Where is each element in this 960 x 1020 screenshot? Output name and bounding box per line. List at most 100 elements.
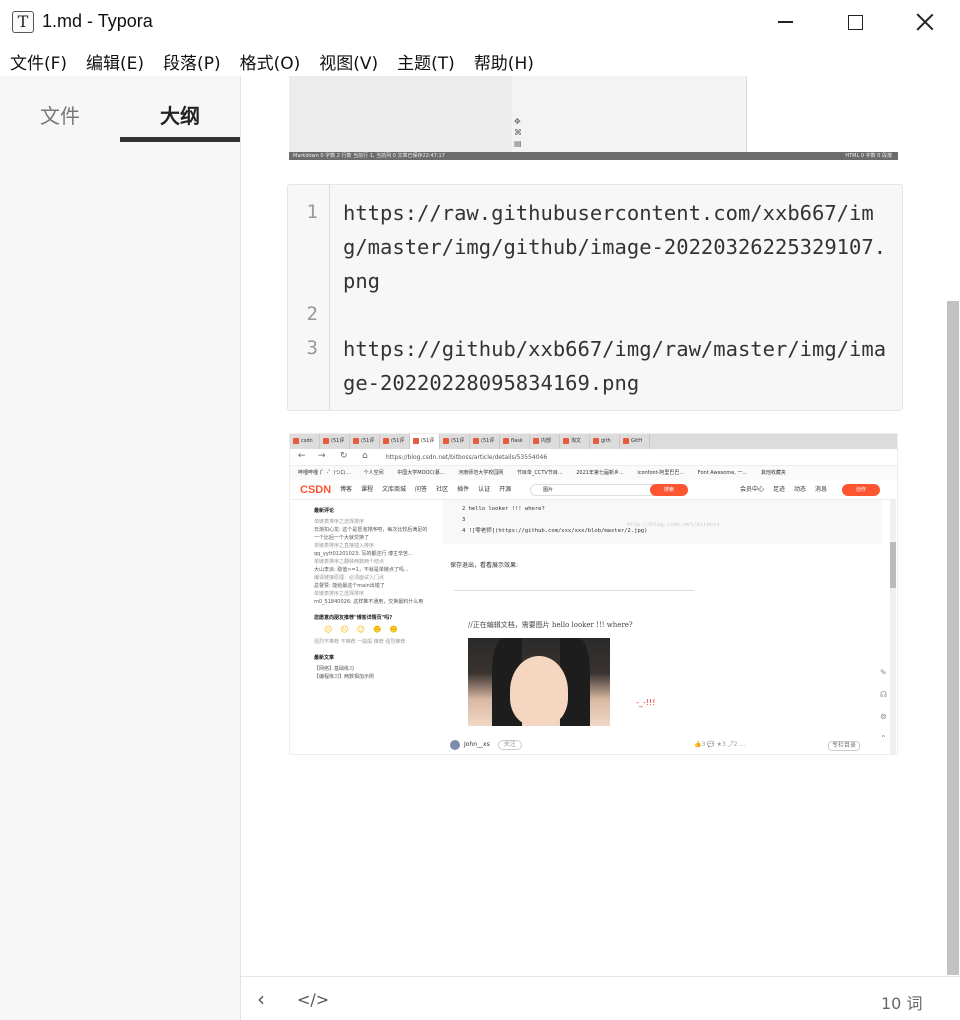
editor-scrollbar-thumb[interactable] bbox=[947, 301, 959, 975]
bookmark: iconfont-阿里巴巴... bbox=[637, 470, 685, 476]
browser-refresh-icon: ↻ bbox=[340, 451, 348, 461]
code-gutter: 1 2 3 bbox=[288, 185, 330, 410]
comment-text: m0_51840026: 这样推不通用，交换最料什么用 bbox=[314, 599, 424, 605]
source-code-mode-icon[interactable]: </> bbox=[297, 990, 329, 1009]
screenshot-status-bar: Markdown 0 字数 2 行数 当前行 1, 当前列 0 文章已保存22:… bbox=[289, 152, 898, 160]
line-number: 3 bbox=[306, 337, 318, 359]
maximize-button[interactable] bbox=[820, 0, 890, 44]
csdn-left-panel: 最新评论 单链表排序之选择排序 日渐扣心龙: 这个是冒泡排序吧，每次比较后满足的… bbox=[308, 500, 438, 754]
browser-tab: (51评 bbox=[470, 434, 500, 449]
code-line[interactable] bbox=[343, 298, 893, 332]
menu-help[interactable]: 帮助(H) bbox=[468, 44, 540, 76]
browser-tab: GitH bbox=[620, 434, 650, 449]
comment-sub: 单链表排序之选择排序 bbox=[314, 519, 365, 525]
article-link: 【网络】基础练习 bbox=[314, 666, 355, 672]
csdn-scrollbar-thumb bbox=[890, 542, 896, 588]
articles-title: 最新文章 bbox=[314, 655, 335, 661]
browser-address-bar: ← → ↻ ⌂ https://blog.csdn.net/bitboss/ar… bbox=[290, 449, 897, 466]
menu-format[interactable]: 格式(O) bbox=[234, 44, 307, 76]
screenshot-right-panel bbox=[747, 76, 898, 152]
browser-bookmarks-bar: 哔哩哔哩 (゜-゜)つロ... 个人空间 中国大学MOOC(慕... 河南师范大… bbox=[290, 466, 897, 480]
browser-forward-icon: → bbox=[318, 451, 326, 461]
csdn-paragraph: 保存退出，看看展示效果: bbox=[450, 562, 519, 569]
line-number: 2 bbox=[306, 303, 318, 325]
comment-sub: 单链表排序之翻转两数两个结点 bbox=[314, 559, 385, 565]
bookmark: 河南师范大学校园网 bbox=[458, 470, 504, 476]
browser-tab: (51评 bbox=[380, 434, 410, 449]
active-tab-indicator bbox=[120, 137, 240, 142]
browser-tab: 内部 bbox=[530, 434, 560, 449]
title-bar: T 1.md - Typora bbox=[0, 0, 960, 44]
menu-view[interactable]: 视图(V) bbox=[313, 44, 384, 76]
screenshot-left-panel bbox=[289, 76, 512, 152]
browser-url: https://blog.csdn.net/bitboss/article/de… bbox=[386, 454, 548, 461]
browser-tab: 淘文 bbox=[560, 434, 590, 449]
comments-title: 最新评论 bbox=[314, 508, 335, 514]
bookmark: 个人空间 bbox=[363, 470, 384, 476]
comment-sub: 单链表排序之选择排序 bbox=[314, 591, 365, 597]
code-block[interactable]: 1 2 3 https://raw.githubusercontent.com/… bbox=[287, 184, 903, 411]
minimize-button[interactable] bbox=[750, 0, 820, 44]
menu-theme[interactable]: 主题(T) bbox=[391, 44, 461, 76]
status-footer: ‹ </> 10 词 bbox=[241, 976, 960, 1020]
comment-text: 总督赞: 能给最这个main出错了 bbox=[314, 583, 385, 589]
portrait-photo bbox=[468, 638, 610, 726]
csdn-red-note: -_-!!! bbox=[636, 698, 656, 707]
csdn-article-body: 2 hello looker !!! where? 3 4 ![零老师](htt… bbox=[442, 500, 882, 754]
menu-file[interactable]: 文件(F) bbox=[4, 44, 73, 76]
sidebar: 文件 大纲 bbox=[0, 76, 241, 1020]
typora-app-icon: T bbox=[12, 11, 34, 33]
close-button[interactable] bbox=[890, 0, 960, 44]
csdn-side-tool-icons: ✎ ☊ ⊚ ⌃ bbox=[880, 668, 888, 743]
browser-tab: (51评 bbox=[410, 434, 440, 449]
bookmark: Font Awesome, 一... bbox=[697, 470, 748, 476]
editor-area[interactable]: ✥ ⌘ ▤ Markdown 0 字数 2 行数 当前行 1, 当前列 0 文章已保… bbox=[241, 76, 960, 976]
browser-tab-bar: csdn (51评 (51评 (51评 (51评 (51评 (51评 flask… bbox=[290, 434, 897, 449]
csdn-code-block: 2 hello looker !!! where? 3 4 ![零老师](htt… bbox=[442, 500, 882, 544]
tab-files[interactable]: 文件 bbox=[0, 100, 120, 129]
bookmark: 中国大学MOOC(慕... bbox=[397, 470, 445, 476]
csdn-author-bar: John__xs 关注 👍3 💬 ★3 ⤴2 ... 专栏目录 bbox=[450, 736, 880, 754]
embedded-screenshot-csdn[interactable]: csdn (51评 (51评 (51评 (51评 (51评 (51评 flask… bbox=[289, 433, 898, 755]
comment-text: 日渐扣心龙: 这个是冒泡排序吧，每次比较后满足的一个比后一个大就交换了 bbox=[314, 527, 428, 541]
menu-edit[interactable]: 编辑(E) bbox=[80, 44, 150, 76]
csdn-scrollbar-track bbox=[890, 500, 896, 754]
bookmark: 2021年第七届新乡... bbox=[576, 470, 624, 476]
toggle-sidebar-icon[interactable]: ‹ bbox=[257, 987, 265, 1011]
screenshot-status-left: Markdown 0 字数 2 行数 当前行 1, 当前列 0 文章已保存22:… bbox=[293, 153, 445, 159]
csdn-right-links: 会员中心 足迹 动态 消息 bbox=[740, 486, 828, 493]
browser-back-icon: ← bbox=[298, 451, 306, 461]
comment-text: qq_yytt01201023: 写的都还行 博主辛苦... bbox=[314, 551, 413, 557]
recommend-title: 您愿意向朋友推荐"博客详情页"吗? bbox=[314, 615, 393, 621]
line-number: 1 bbox=[306, 201, 318, 223]
browser-tab: (51评 bbox=[350, 434, 380, 449]
csdn-nav-bar: CSDN 博客 课程 文库商城 问答 社区 插件 认证 开源 图片 搜索 会员中心 足迹 动态 消息… bbox=[290, 480, 897, 500]
csdn-search-button: 搜索 bbox=[650, 484, 688, 496]
photo-face bbox=[510, 656, 568, 726]
article-link: 【编程练习】两数相加示例 bbox=[314, 674, 375, 680]
browser-tab: flask bbox=[500, 434, 530, 449]
code-line[interactable]: https://raw.githubusercontent.com/xxb667… bbox=[343, 196, 893, 298]
csdn-nav-links: 博客 课程 文库商城 问答 社区 插件 认证 开源 bbox=[340, 486, 512, 493]
comment-sub: 单链表排序之直接插入排序 bbox=[314, 543, 375, 549]
browser-tab: csdn bbox=[290, 434, 320, 449]
code-line[interactable]: https://github/xxb667/img/raw/master/img… bbox=[343, 332, 893, 400]
rating-labels: 强烈不推荐 不推荐 一般般 推荐 强烈推荐 bbox=[314, 639, 406, 645]
csdn-code-line: 2 hello looker !!! where? bbox=[462, 506, 545, 512]
browser-home-icon: ⌂ bbox=[362, 451, 368, 461]
csdn-create-button: 创作 bbox=[842, 484, 880, 496]
comment-text: 大山李派: 取值>=1，不就是单链点了吗... bbox=[314, 567, 409, 573]
embedded-screenshot-typora[interactable]: ✥ ⌘ ▤ Markdown 0 字数 2 行数 当前行 1, 当前列 0 文章已保… bbox=[289, 76, 898, 160]
menu-paragraph[interactable]: 段落(P) bbox=[157, 44, 227, 76]
browser-tab: (51评 bbox=[440, 434, 470, 449]
screenshot-side-icons: ✥ ⌘ ▤ bbox=[514, 117, 522, 148]
word-count[interactable]: 10 词 bbox=[881, 990, 922, 1014]
tab-outline[interactable]: 大纲 bbox=[120, 100, 240, 129]
rating-emoji-icons: ☹☹☺☻☻ bbox=[324, 625, 406, 634]
csdn-logo: CSDN bbox=[300, 484, 332, 496]
csdn-watermark: http://blog.csdn.net/bitboss bbox=[627, 522, 720, 528]
window-title: 1.md - Typora bbox=[42, 11, 153, 31]
bookmark: 其他收藏夹 bbox=[760, 470, 786, 476]
menu-bar: 文件(F) 编辑(E) 段落(P) 格式(O) 视图(V) 主题(T) 帮助(H… bbox=[0, 44, 960, 76]
bookmark: 哔哩哔哩 (゜-゜)つロ... bbox=[298, 470, 351, 476]
